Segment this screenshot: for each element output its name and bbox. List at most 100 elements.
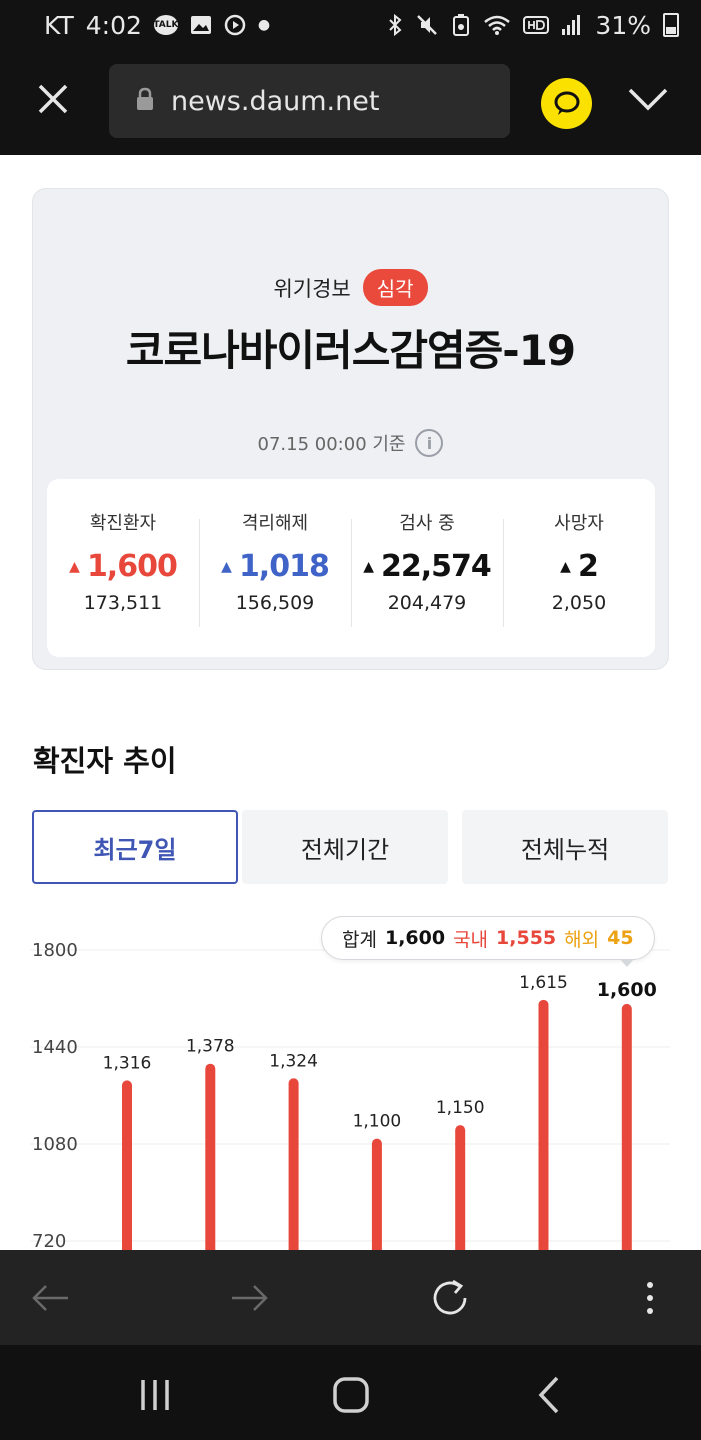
y-tick-label: 720 xyxy=(32,1231,66,1250)
stats-panel: 확진환자 ▲ 1,600 173,511 격리해제 ▲ 1,018 156,50… xyxy=(47,479,655,657)
increase-arrow-icon: ▲ xyxy=(560,558,571,575)
browser-url-bar: news.daum.net xyxy=(0,50,701,155)
stat-total: 2,050 xyxy=(551,592,607,614)
y-tick-label: 1800 xyxy=(32,940,78,961)
stat-testing: 검사 중 ▲ 22,574 204,479 xyxy=(351,479,503,657)
kakaotalk-notification-icon: TALK xyxy=(153,15,178,35)
stat-confirmed: 확진환자 ▲ 1,600 173,511 xyxy=(47,479,199,657)
bar xyxy=(621,1003,632,1250)
system-nav-bar xyxy=(0,1345,701,1440)
play-notification-icon xyxy=(224,14,246,36)
bar-value-label: 1,324 xyxy=(269,1051,318,1071)
forward-button[interactable] xyxy=(226,1274,274,1322)
bar-value-label: 1,150 xyxy=(436,1098,485,1118)
lock-icon xyxy=(135,87,155,115)
bar xyxy=(538,999,549,1250)
kakao-talk-button[interactable] xyxy=(541,78,592,129)
info-icon[interactable]: i xyxy=(415,429,444,457)
battery-icon xyxy=(663,13,679,37)
tooltip-total-label: 합계 xyxy=(342,928,377,951)
home-icon xyxy=(333,1377,369,1413)
clock: 4:02 xyxy=(85,10,142,40)
stat-delta: ▲ 1,018 xyxy=(221,549,330,584)
bar-value-label: 1,100 xyxy=(353,1112,402,1132)
bar xyxy=(455,1125,466,1250)
increase-arrow-icon: ▲ xyxy=(221,558,232,575)
url-text: news.daum.net xyxy=(171,85,380,117)
alert-level-badge: 심각 xyxy=(362,269,428,306)
tab-cumulative[interactable]: 전체누적 xyxy=(462,810,668,884)
bar-value-label: 1,615 xyxy=(519,973,568,993)
stat-label: 사망자 xyxy=(554,513,604,534)
stat-delta-value: 2 xyxy=(577,549,599,584)
tooltip-pointer xyxy=(620,959,634,967)
more-menu-button[interactable] xyxy=(626,1274,674,1322)
status-bar: KT 4:02 TALK ● 31% xyxy=(0,0,701,50)
gallery-notification-icon xyxy=(190,15,212,35)
bar-value-label: 1,378 xyxy=(186,1037,235,1057)
chart-tooltip: 합계 1,600 국내 1,555 해외 45 xyxy=(321,916,655,960)
y-tick-label: 1440 xyxy=(32,1037,78,1058)
close-icon xyxy=(38,84,68,114)
bar xyxy=(288,1078,299,1250)
back-chevron-icon xyxy=(538,1376,559,1414)
bluetooth-icon xyxy=(387,13,403,37)
stat-delta: ▲ 1,600 xyxy=(69,549,178,584)
stat-total: 204,479 xyxy=(387,592,467,614)
stat-total: 156,509 xyxy=(235,592,315,614)
tab-recent-7-days[interactable]: 최근7일 xyxy=(32,810,238,884)
stat-deaths: 사망자 ▲ 2 2,050 xyxy=(503,479,655,657)
bar xyxy=(371,1138,382,1250)
home-button[interactable] xyxy=(329,1373,373,1417)
y-tick-label: 1080 xyxy=(32,1134,78,1155)
stat-label: 검사 중 xyxy=(399,513,455,534)
alert-label: 위기경보 xyxy=(273,276,351,301)
section-title: 확진자 추이 xyxy=(33,744,177,778)
tooltip-overseas-value: 45 xyxy=(607,927,634,949)
tab-full-period[interactable]: 전체기간 xyxy=(242,810,448,884)
kakao-talk-icon xyxy=(554,91,579,115)
alert-level-row: 위기경보 심각 xyxy=(33,269,668,306)
bar-value-label: 1,316 xyxy=(103,1053,152,1073)
arrow-right-icon xyxy=(232,1285,268,1311)
stat-delta-value: 1,600 xyxy=(86,549,178,584)
address-field[interactable]: news.daum.net xyxy=(109,64,510,138)
carrier: KT xyxy=(44,10,74,40)
more-notifications-dot-icon: ● xyxy=(257,17,271,33)
arrow-left-icon xyxy=(32,1285,68,1311)
signal-icon xyxy=(561,14,583,36)
stat-delta-value: 22,574 xyxy=(381,549,492,584)
system-back-button[interactable] xyxy=(526,1373,570,1417)
recycle-battery-icon xyxy=(451,13,471,37)
increase-arrow-icon: ▲ xyxy=(363,558,374,575)
recent-apps-icon xyxy=(141,1380,169,1410)
tooltip-domestic-value: 1,555 xyxy=(496,927,557,949)
stat-total: 173,511 xyxy=(83,592,163,614)
recent-apps-button[interactable] xyxy=(133,1373,177,1417)
back-button[interactable] xyxy=(26,1274,74,1322)
expand-toolbar-button[interactable] xyxy=(624,82,672,122)
bar xyxy=(122,1080,132,1250)
stat-label: 확진환자 xyxy=(89,513,157,534)
basis-row: 07.15 00:00 기준 i xyxy=(33,429,668,457)
covid-status-card: 위기경보 심각 코로나바이러스감염증-19 07.15 00:00 기준 i 확… xyxy=(32,188,669,670)
hd-voice-icon xyxy=(523,15,550,35)
stat-released: 격리해제 ▲ 1,018 156,509 xyxy=(199,479,351,657)
refresh-button[interactable] xyxy=(426,1274,474,1322)
stat-delta: ▲ 22,574 xyxy=(363,549,492,584)
basis-time: 07.15 00:00 기준 xyxy=(257,434,406,455)
stat-delta-value: 1,018 xyxy=(238,549,330,584)
battery-percent: 31% xyxy=(595,10,651,40)
wifi-icon xyxy=(483,14,511,36)
close-tab-button[interactable] xyxy=(28,80,80,124)
tooltip-overseas-label: 해외 xyxy=(564,928,600,951)
mute-icon xyxy=(415,13,439,37)
browser-toolbar xyxy=(0,1250,701,1345)
stat-label: 격리해제 xyxy=(241,513,309,534)
bar xyxy=(205,1063,216,1250)
increase-arrow-icon: ▲ xyxy=(69,558,80,575)
tooltip-domestic-label: 국내 xyxy=(453,928,489,951)
page-title: 코로나바이러스감염증-19 xyxy=(125,326,576,375)
bar-value-label: 1,600 xyxy=(597,979,657,1001)
stat-delta: ▲ 2 xyxy=(560,549,599,584)
